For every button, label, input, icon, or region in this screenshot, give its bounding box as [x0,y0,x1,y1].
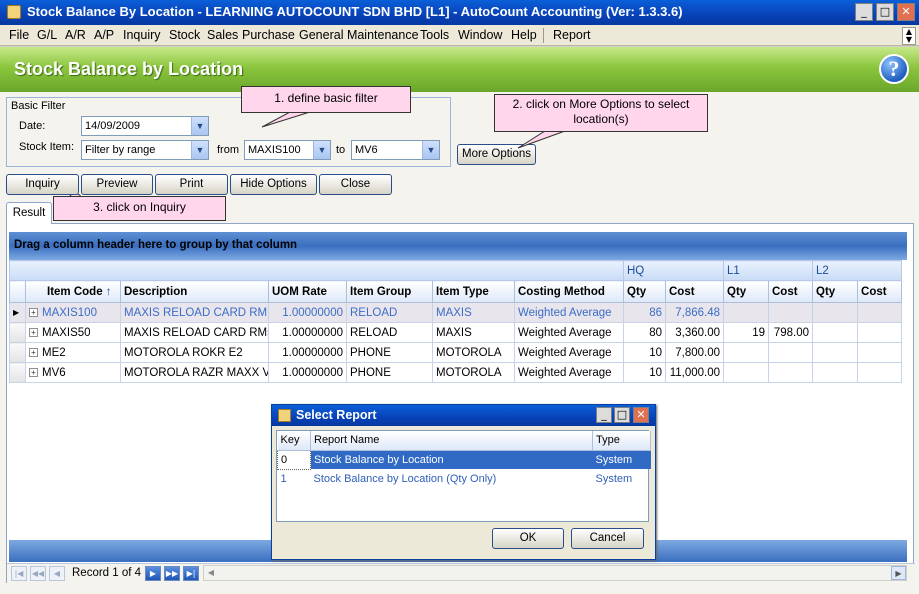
callout-click-inquiry: 3. click on Inquiry [53,196,226,221]
list-item[interactable]: 0 Stock Balance by Location System [277,449,651,470]
cancel-button[interactable]: Cancel [571,528,644,549]
column-report-name[interactable]: Report Name [310,431,593,451]
scroll-left-icon[interactable]: ◀ [204,566,218,580]
dialog-close-button[interactable]: ✕ [633,407,649,423]
table-row[interactable]: + MV6 MOTOROLA RAZR MAXX V6 1.00000000 PH… [9,362,903,383]
first-record-icon[interactable]: |◀ [11,566,27,581]
record-count: Record 1 of 4 [72,567,142,579]
callout-more-options: 2. click on More Options to select locat… [494,94,708,132]
column-header-row: Item Code ↑ Description UOM Rate Item Gr… [9,280,903,303]
table-row[interactable]: + ME2 MOTOROLA ROKR E2 1.00000000 PHONE M… [9,342,903,363]
next-page-icon[interactable]: ▶▶ [164,566,180,581]
table-row[interactable]: ▶ +MAXIS100 MAXIS RELOAD CARD RM100 1.00… [9,302,903,323]
column-item-group[interactable]: Item Group [346,280,433,303]
callout-2-pointer [517,130,566,149]
scroll-right-icon[interactable]: ▶ [891,566,906,580]
table-row[interactable]: + MAXIS50 MAXIS RELOAD CARD RM50 1.000000… [9,322,903,343]
band-hq[interactable]: HQ [623,260,724,281]
prev-page-icon[interactable]: ◀◀ [30,566,46,581]
inquiry-button[interactable]: Inquiry [6,174,79,195]
ok-button[interactable]: OK [492,528,564,549]
horizontal-scrollbar[interactable] [203,565,907,581]
close-button[interactable]: Close [319,174,392,195]
column-l2-qty[interactable]: Qty [812,280,859,303]
column-hq-qty[interactable]: Qty [623,280,666,303]
group-by-hint: Drag a column header here to group by th… [14,239,298,251]
band-header-row: HQ L1 L2 [9,260,903,281]
next-record-icon[interactable]: ▶ [145,566,161,581]
band-l2[interactable]: L2 [812,260,903,281]
prev-record-icon[interactable]: ◀ [49,566,65,581]
expand-icon[interactable]: + [29,327,38,337]
print-button[interactable]: Print [155,174,228,195]
dialog-title: Select Report [296,408,377,422]
last-record-icon[interactable]: ▶| [183,566,199,581]
callout-define-basic-filter: 1. define basic filter [241,86,411,113]
column-key[interactable]: Key [277,431,311,451]
column-type[interactable]: Type [592,431,651,451]
column-hq-cost[interactable]: Cost [665,280,724,303]
column-item-code[interactable]: Item Code ↑ [25,280,121,303]
column-description[interactable]: Description [120,280,269,303]
tab-result[interactable]: Result [6,202,52,224]
row-indicator-icon: ▶ [9,302,26,323]
callout-1-pointer [261,111,311,128]
expand-icon[interactable]: + [29,367,38,377]
column-costing-method[interactable]: Costing Method [514,280,624,303]
group-by-panel[interactable]: Drag a column header here to group by th… [9,232,907,260]
expand-icon[interactable]: + [29,307,38,317]
column-l1-cost[interactable]: Cost [767,280,814,303]
stock-balance-grid: HQ L1 L2 Item Code ↑ Description UOM Rat… [9,260,903,383]
sort-ascending-icon: ↑ [105,285,112,298]
list-item[interactable]: 1 Stock Balance by Location (Qty Only) S… [278,469,651,488]
dialog-maximize-button[interactable]: □ [614,407,630,423]
column-l2-cost[interactable]: Cost [857,280,903,303]
column-item-type[interactable]: Item Type [432,280,515,303]
expand-icon[interactable]: + [29,347,38,357]
dialog-minimize-button[interactable]: _ [596,407,612,423]
report-list-header: Key Report Name Type [277,431,651,451]
preview-button[interactable]: Preview [81,174,153,195]
hide-options-button[interactable]: Hide Options [230,174,317,195]
column-uom-rate[interactable]: UOM Rate [268,280,347,303]
dialog-title-bar: Select Report _ □ ✕ [272,405,655,426]
band-l1[interactable]: L1 [722,260,814,281]
report-list: Key Report Name Type 0 Stock Balance by … [276,430,651,522]
report-icon [278,409,291,422]
column-l1-qty[interactable]: Qty [723,280,769,303]
